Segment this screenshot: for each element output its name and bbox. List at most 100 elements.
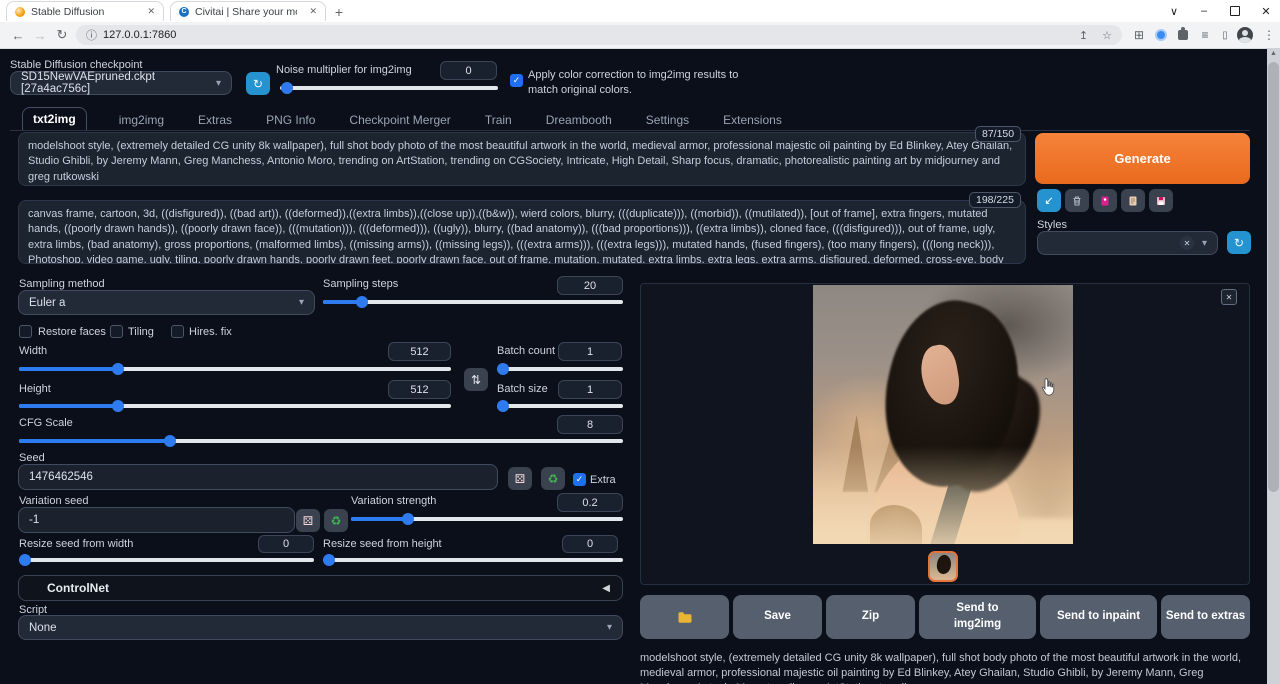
script-dropdown[interactable]: None ▾: [18, 615, 623, 640]
refresh-styles-button[interactable]: ↻: [1227, 231, 1251, 254]
styles-dropdown[interactable]: ✕ ▾: [1037, 231, 1218, 255]
resize-seed-height-value[interactable]: 0: [562, 535, 618, 553]
tab-settings[interactable]: Settings: [644, 109, 691, 131]
side-panel-icon[interactable]: ▯: [1216, 26, 1234, 44]
hires-fix-checkbox[interactable]: [171, 325, 184, 338]
random-variation-seed-button[interactable]: ⚄: [296, 509, 320, 532]
resize-seed-height-slider[interactable]: [323, 553, 623, 566]
extra-seed-checkbox[interactable]: ✓: [573, 473, 586, 486]
forward-icon[interactable]: →: [30, 25, 50, 45]
tab-txt2img[interactable]: txt2img: [22, 107, 87, 131]
kebab-menu-icon[interactable]: ⋮: [1260, 26, 1278, 44]
cfg-scale-value[interactable]: 8: [557, 415, 623, 434]
send-to-extras-button[interactable]: Send to extras: [1161, 595, 1250, 639]
reading-list-icon[interactable]: ≡: [1196, 26, 1214, 44]
noise-multiplier-value[interactable]: 0: [440, 61, 497, 80]
tab-close-icon[interactable]: ✕: [309, 6, 317, 17]
random-seed-button[interactable]: ⚄: [508, 467, 532, 490]
send-to-img2img-button[interactable]: Send to img2img: [919, 595, 1036, 639]
share-icon[interactable]: ↥: [1079, 29, 1088, 42]
window-menu-chevron-icon[interactable]: ∨: [1160, 0, 1188, 22]
extensions-puzzle-icon[interactable]: [1174, 26, 1192, 44]
bookmark-star-icon[interactable]: ☆: [1102, 29, 1112, 42]
checkpoint-dropdown[interactable]: SD15NewVAEpruned.ckpt [27a4ac756c] ▾: [10, 71, 232, 95]
negative-prompt-textarea[interactable]: canvas frame, cartoon, 3d, ((disfigured)…: [18, 200, 1026, 264]
color-correction-checkbox[interactable]: ✓: [510, 74, 523, 87]
site-info-icon[interactable]: ⓘ: [86, 27, 97, 43]
sampling-steps-slider[interactable]: [323, 295, 623, 308]
close-preview-button[interactable]: ✕: [1221, 289, 1237, 305]
height-value[interactable]: 512: [388, 380, 451, 399]
clear-styles-icon[interactable]: ✕: [1180, 236, 1194, 250]
reload-icon[interactable]: ↻: [52, 25, 72, 45]
refresh-checkpoint-button[interactable]: ↻: [246, 72, 270, 95]
controlnet-accordion[interactable]: ControlNet ◀: [18, 575, 623, 601]
noise-multiplier-slider[interactable]: [280, 81, 498, 94]
window-restore-button[interactable]: [1221, 0, 1249, 22]
apply-style-button[interactable]: [1121, 189, 1145, 212]
browser-tab-civitai[interactable]: C Civitai | Share your models ✕: [170, 1, 326, 21]
prompt-textarea[interactable]: modelshoot style, (extremely detailed CG…: [18, 132, 1026, 186]
restore-faces-checkbox[interactable]: [19, 325, 32, 338]
sampling-method-dropdown[interactable]: Euler a ▾: [18, 290, 315, 315]
width-slider[interactable]: [19, 362, 451, 375]
dice-icon: ⚄: [303, 514, 313, 528]
reuse-variation-seed-button[interactable]: ♻: [324, 509, 348, 532]
page-scrollbar[interactable]: ▲: [1267, 48, 1280, 684]
resize-seed-width-value[interactable]: 0: [258, 535, 314, 553]
tab-png-info[interactable]: PNG Info: [264, 109, 317, 131]
scroll-up-icon[interactable]: ▲: [1270, 50, 1277, 57]
width-value[interactable]: 512: [388, 342, 451, 361]
generate-button[interactable]: Generate: [1035, 133, 1250, 184]
window-minimize-button[interactable]: –: [1190, 0, 1218, 22]
chevron-down-icon: ▾: [607, 622, 612, 633]
seed-input[interactable]: 1476462546: [18, 464, 498, 490]
style-card-button[interactable]: [1093, 189, 1117, 212]
clear-prompt-button[interactable]: [1065, 189, 1089, 212]
window-close-button[interactable]: ✕: [1252, 0, 1280, 22]
gallery-thumbnail-selected[interactable]: [928, 551, 958, 582]
open-folder-button[interactable]: [640, 595, 729, 639]
paste-params-button[interactable]: ↙: [1037, 189, 1061, 212]
batch-count-value[interactable]: 1: [558, 342, 622, 361]
tab-divider: [10, 130, 1250, 131]
profile-avatar[interactable]: [1236, 26, 1254, 44]
apps-grid-icon[interactable]: ⊞: [1130, 26, 1148, 44]
tab-close-icon[interactable]: ✕: [147, 6, 155, 17]
tab-dreambooth[interactable]: Dreambooth: [544, 109, 614, 131]
swap-dimensions-button[interactable]: ⇅: [464, 368, 488, 391]
back-icon[interactable]: ←: [8, 25, 28, 45]
check-icon: ✓: [576, 474, 584, 485]
restore-icon: [1230, 6, 1240, 16]
tab-extras[interactable]: Extras: [196, 109, 234, 131]
tab-checkpoint-merger[interactable]: Checkpoint Merger: [347, 109, 452, 131]
generated-image[interactable]: [813, 285, 1073, 544]
tab-extensions[interactable]: Extensions: [721, 109, 784, 131]
hires-fix-label: Hires. fix: [189, 326, 232, 338]
send-to-inpaint-button[interactable]: Send to inpaint: [1040, 595, 1157, 639]
batch-count-slider[interactable]: [497, 362, 623, 375]
resize-seed-width-slider[interactable]: [19, 553, 314, 566]
tiling-checkbox[interactable]: [110, 325, 123, 338]
save-button[interactable]: Save: [733, 595, 822, 639]
new-tab-button[interactable]: +: [330, 3, 348, 21]
browser-tab-stable-diffusion[interactable]: Stable Diffusion ✕: [6, 1, 164, 21]
seed-value: 1476462546: [29, 471, 93, 483]
batch-size-label: Batch size: [497, 383, 548, 395]
tab-train[interactable]: Train: [483, 109, 514, 131]
save-style-button[interactable]: [1149, 189, 1173, 212]
cfg-scale-slider[interactable]: [19, 434, 623, 447]
url-bar[interactable]: ⓘ 127.0.0.1:7860 ↥ ☆: [76, 25, 1122, 45]
batch-size-slider[interactable]: [497, 399, 623, 412]
variation-strength-slider[interactable]: [351, 512, 623, 525]
variation-seed-input[interactable]: -1: [18, 507, 295, 533]
height-slider[interactable]: [19, 399, 451, 412]
variation-strength-value[interactable]: 0.2: [557, 493, 623, 512]
reuse-seed-button[interactable]: ♻: [541, 467, 565, 490]
extension-blue-icon[interactable]: [1152, 26, 1170, 44]
zip-button[interactable]: Zip: [826, 595, 915, 639]
scrollbar-thumb[interactable]: [1268, 62, 1279, 492]
sampling-steps-value[interactable]: 20: [557, 276, 623, 295]
batch-size-value[interactable]: 1: [558, 380, 622, 399]
tab-img2img[interactable]: img2img: [117, 109, 166, 131]
